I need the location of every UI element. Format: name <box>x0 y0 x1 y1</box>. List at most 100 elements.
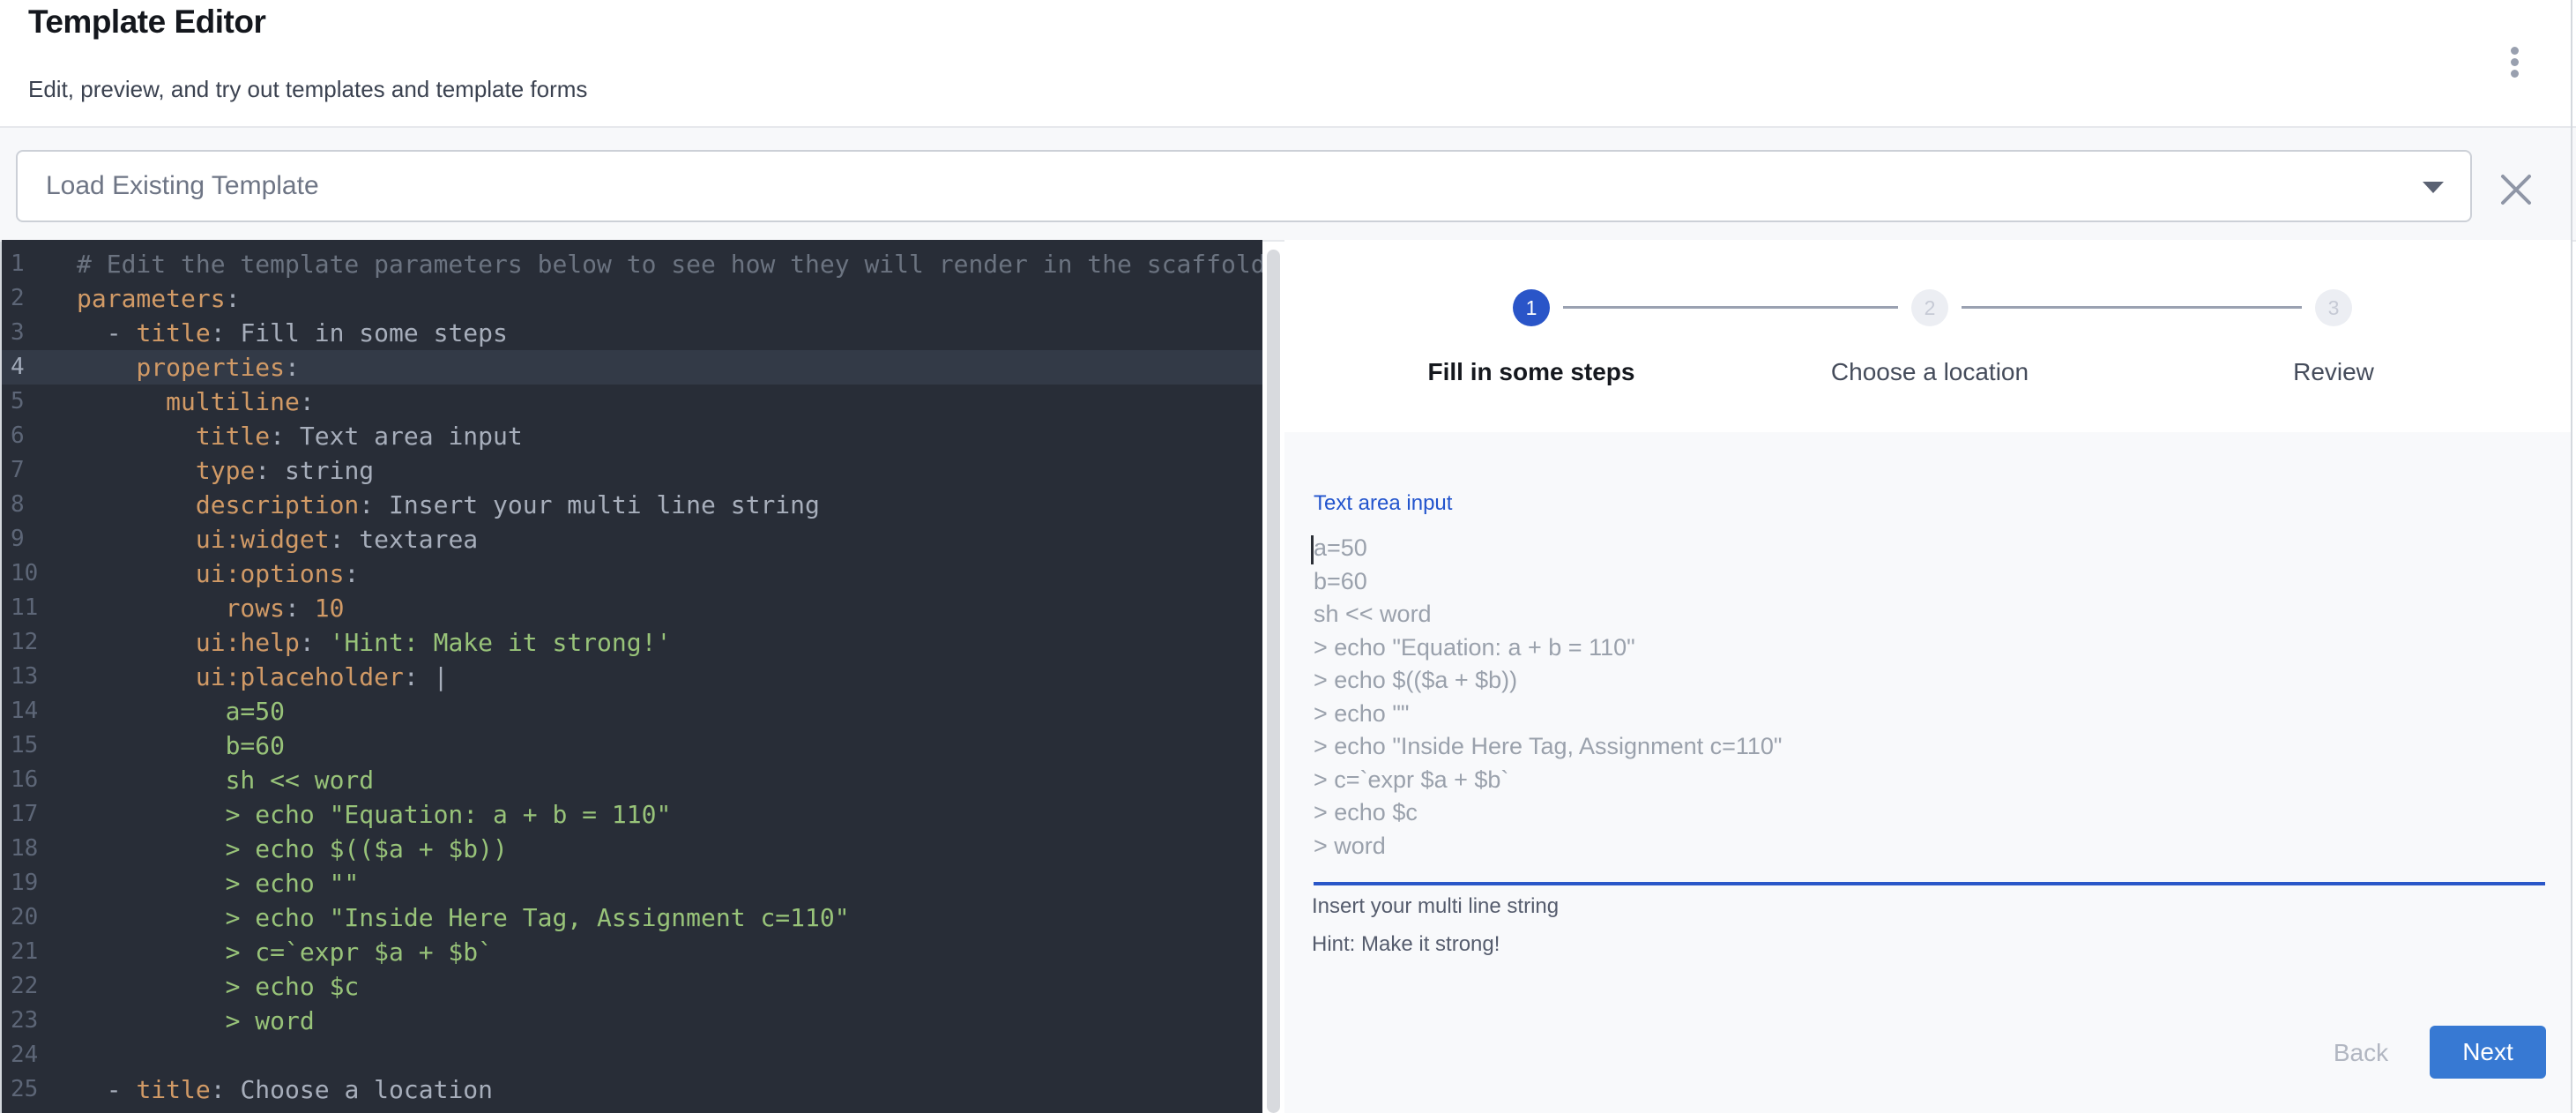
back-button[interactable]: Back <box>2299 1032 2423 1072</box>
editor-line[interactable]: 25 - title: Choose a location <box>2 1072 1262 1107</box>
editor-line[interactable]: 16 sh << word <box>2 763 1262 797</box>
editor-line[interactable]: 7 type: string <box>2 453 1262 488</box>
line-number: 23 <box>2 1004 77 1038</box>
page-subtitle: Edit, preview, and try out templates and… <box>28 76 587 103</box>
clear-selection-button[interactable] <box>2493 167 2539 213</box>
code-text: ui:placeholder: | <box>77 660 448 694</box>
load-existing-template-select[interactable]: Load Existing Template <box>16 150 2472 222</box>
editor-line[interactable]: 10 ui:options: <box>2 556 1262 591</box>
code-text: ui:help: 'Hint: Make it strong!' <box>77 625 671 660</box>
textarea-field-label: Text area input <box>1314 491 1452 516</box>
code-text: multiline: <box>77 385 315 419</box>
code-text: sh << word <box>77 763 374 797</box>
code-text: ui:widget: textarea <box>77 522 478 556</box>
step-number: 3 <box>2328 296 2340 320</box>
editor-line[interactable]: 17 > echo "Equation: a + b = 110" <box>2 797 1262 832</box>
kebab-menu-icon <box>2511 47 2519 55</box>
editor-line[interactable]: 19 > echo "" <box>2 866 1262 900</box>
line-number: 5 <box>2 385 77 419</box>
line-number: 7 <box>2 453 77 488</box>
line-number: 25 <box>2 1072 77 1107</box>
step-1-indicator: 1 <box>1513 289 1550 326</box>
step-3-label: Review <box>2293 358 2374 386</box>
editor-line[interactable]: 23 > word <box>2 1004 1262 1038</box>
step-3-indicator: 3 <box>2315 289 2352 326</box>
code-text: # Edit the template parameters below to … <box>77 247 1262 281</box>
placeholder-line: a=50 <box>1314 532 2545 565</box>
line-number: 10 <box>2 556 77 591</box>
line-number: 4 <box>2 350 77 385</box>
line-number: 16 <box>2 763 77 797</box>
field-help-text: Hint: Make it strong! <box>1312 932 1500 957</box>
text-cursor <box>1311 535 1314 564</box>
editor-line[interactable]: 1# Edit the template parameters below to… <box>2 247 1262 281</box>
code-text: a=50 <box>77 694 285 728</box>
code-text: parameters: <box>77 281 240 316</box>
editor-line[interactable]: 8 description: Insert your multi line st… <box>2 488 1262 522</box>
editor-line[interactable]: 21 > c=`expr $a + $b` <box>2 935 1262 969</box>
line-number: 11 <box>2 591 77 625</box>
load-template-row: Load Existing Template <box>0 126 2576 242</box>
line-number: 6 <box>2 419 77 453</box>
code-text: rows: 10 <box>77 591 344 625</box>
next-button[interactable]: Next <box>2430 1026 2546 1079</box>
editor-line[interactable]: 22 > echo $c <box>2 969 1262 1004</box>
editor-line[interactable]: 6 title: Text area input <box>2 419 1262 453</box>
code-text: type: string <box>77 453 374 488</box>
code-text: title: Text area input <box>77 419 523 453</box>
header: Template Editor Edit, preview, and try o… <box>0 0 2571 126</box>
line-number: 19 <box>2 866 77 900</box>
code-text: > echo $c <box>77 969 359 1004</box>
editor-line[interactable]: 18 > echo $(($a + $b)) <box>2 832 1262 866</box>
editor-line[interactable]: 15 b=60 <box>2 728 1262 763</box>
page-title: Template Editor <box>28 4 265 41</box>
multiline-textarea[interactable]: a=50b=60sh << word> echo "Equation: a + … <box>1314 532 2545 867</box>
more-options-button[interactable] <box>2490 30 2539 85</box>
close-icon <box>2493 167 2539 213</box>
code-text: > c=`expr $a + $b` <box>77 935 493 969</box>
line-number: 12 <box>2 625 77 660</box>
editor-line[interactable]: 2parameters: <box>2 281 1262 316</box>
placeholder-line: > echo "" <box>1314 698 2545 731</box>
line-number: 18 <box>2 832 77 866</box>
editor-line[interactable]: 11 rows: 10 <box>2 591 1262 625</box>
editor-line[interactable]: 14 a=50 <box>2 694 1262 728</box>
field-description: Insert your multi line string <box>1312 894 1559 919</box>
placeholder-line: sh << word <box>1314 598 2545 631</box>
textarea-focus-underline <box>1314 882 2545 885</box>
placeholder-line: b=60 <box>1314 565 2545 599</box>
placeholder-line: > c=`expr $a + $b` <box>1314 764 2545 797</box>
line-number: 15 <box>2 728 77 763</box>
editor-line[interactable]: 5 multiline: <box>2 385 1262 419</box>
editor-line[interactable]: 12 ui:help: 'Hint: Make it strong!' <box>2 625 1262 660</box>
form-step-card: Text area input a=50b=60sh << word> echo… <box>1284 432 2571 1113</box>
editor-line[interactable]: 20 > echo "Inside Here Tag, Assignment c… <box>2 900 1262 935</box>
code-text: > echo "" <box>77 866 359 900</box>
editor-line[interactable]: 24 <box>2 1038 1262 1072</box>
editor-scrollbar[interactable] <box>1267 250 1280 1113</box>
line-number: 21 <box>2 935 77 969</box>
chevron-down-icon <box>2423 182 2444 193</box>
stepper-connector <box>1962 306 2302 309</box>
editor-line[interactable]: 3 - title: Fill in some steps <box>2 316 1262 350</box>
stepper-connector <box>1563 306 1898 309</box>
page-right-border <box>2571 0 2572 1113</box>
editor-line[interactable]: 4 properties: <box>2 350 1262 385</box>
template-editor-page: Template Editor Edit, preview, and try o… <box>0 0 2576 1113</box>
step-number: 2 <box>1925 296 1936 320</box>
line-number: 22 <box>2 969 77 1004</box>
code-text: description: Insert your multi line stri… <box>77 488 820 522</box>
code-text: - title: Choose a location <box>77 1072 493 1107</box>
yaml-code-editor[interactable]: 1# Edit the template parameters below to… <box>2 240 1262 1113</box>
line-number: 2 <box>2 281 77 316</box>
editor-line[interactable]: 13 ui:placeholder: | <box>2 660 1262 694</box>
line-number: 8 <box>2 488 77 522</box>
line-number: 9 <box>2 522 77 556</box>
step-2-indicator: 2 <box>1911 289 1948 326</box>
code-text: properties: <box>77 350 300 385</box>
step-1-label: Fill in some steps <box>1428 358 1635 386</box>
step-2-label: Choose a location <box>1831 358 2029 386</box>
line-number: 14 <box>2 694 77 728</box>
placeholder-line: > echo $(($a + $b)) <box>1314 664 2545 698</box>
editor-line[interactable]: 9 ui:widget: textarea <box>2 522 1262 556</box>
